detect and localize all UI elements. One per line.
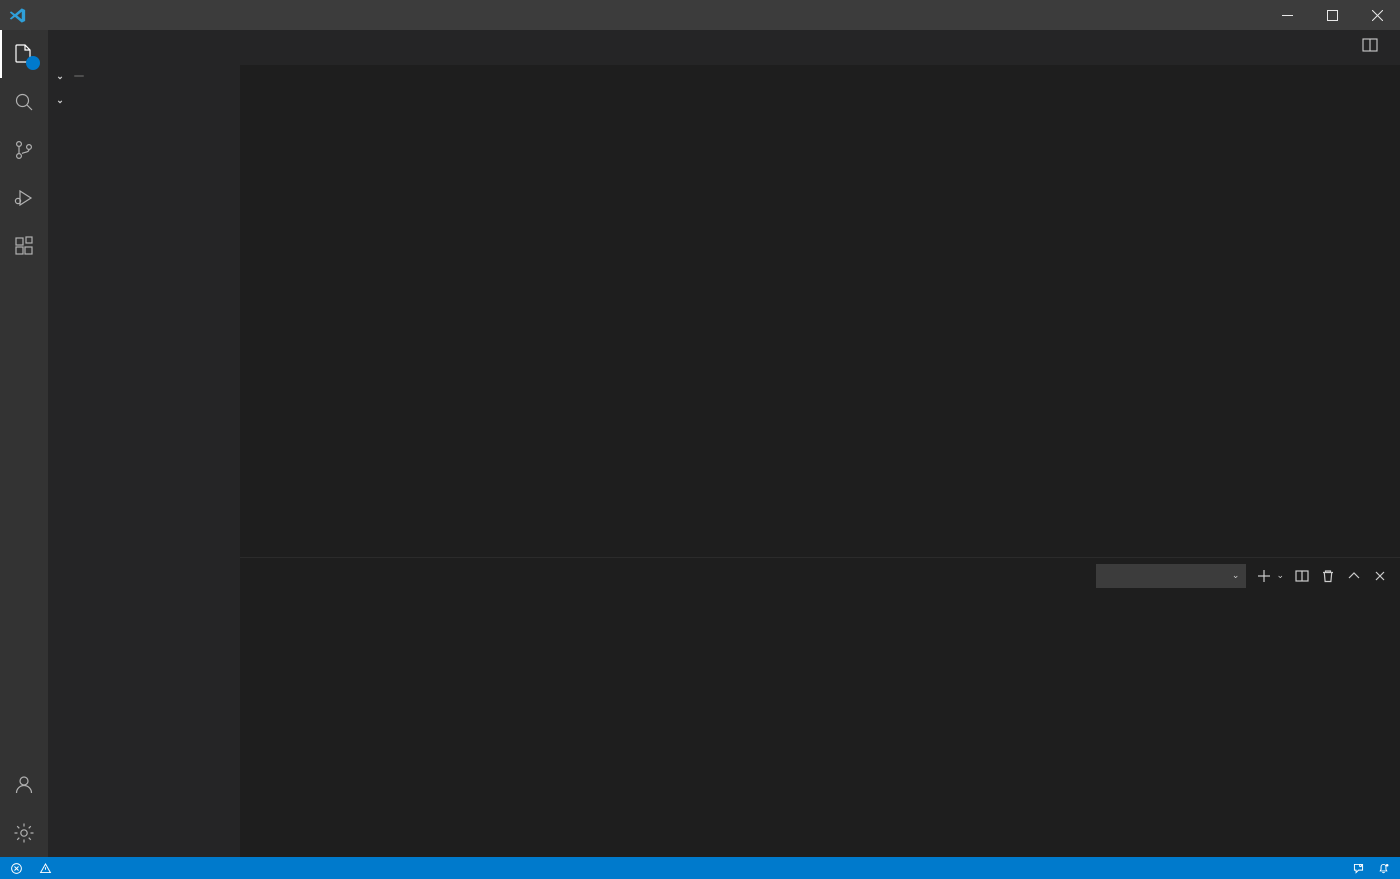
source-control-icon[interactable] [0, 126, 48, 174]
title-bar [0, 0, 1400, 30]
explorer-badge [26, 56, 40, 70]
run-and-debug-icon[interactable] [0, 174, 48, 222]
chevron-down-icon: ⌄ [56, 70, 64, 81]
close-panel-icon[interactable] [1372, 568, 1388, 584]
close-icon[interactable] [1355, 0, 1400, 30]
explorer-icon[interactable] [0, 30, 48, 78]
vscode-logo-icon [0, 0, 34, 30]
section-project-root[interactable]: ⌄ [48, 89, 240, 111]
bottom-panel: ⌄ ⌄ [240, 557, 1400, 857]
editor-position[interactable] [1286, 857, 1298, 879]
section-open-editors[interactable]: ⌄ [48, 65, 240, 87]
chevron-down-icon: ⌄ [1231, 570, 1240, 580]
eol[interactable] [1322, 857, 1334, 879]
problems-warnings[interactable] [33, 857, 62, 879]
chevron-down-icon[interactable]: ⌄ [1276, 570, 1284, 581]
editor-tabs [240, 30, 1352, 65]
unsaved-badge [74, 75, 84, 77]
encoding[interactable] [1310, 857, 1322, 879]
breadcrumb [240, 65, 1400, 87]
accounts-icon[interactable] [0, 761, 48, 809]
split-editor-icon[interactable] [1362, 37, 1378, 58]
file-tree [48, 111, 240, 857]
minimize-icon[interactable] [1265, 0, 1310, 30]
search-icon[interactable] [0, 78, 48, 126]
settings-gear-icon[interactable] [0, 809, 48, 857]
warning-triangle-icon [39, 862, 52, 873]
sidebar-explorer: ⌄ ⌄ [48, 30, 240, 857]
language-mode[interactable] [1334, 857, 1346, 879]
workbench-body: ⌄ ⌄ ⌄ ⌄ [0, 30, 1400, 857]
status-bar-right [1286, 857, 1396, 879]
panel-header: ⌄ ⌄ [240, 558, 1400, 593]
status-bar [0, 857, 1400, 879]
problems-errors[interactable] [4, 857, 33, 879]
editor-tabs-bar [240, 30, 1400, 65]
notifications-bell-icon[interactable] [1371, 857, 1396, 879]
maximize-panel-icon[interactable] [1346, 568, 1362, 584]
indentation[interactable] [1298, 857, 1310, 879]
vscode-window: ⌄ ⌄ ⌄ ⌄ [0, 0, 1400, 879]
terminal-output[interactable] [240, 593, 1400, 857]
chevron-down-icon: ⌄ [56, 94, 64, 105]
sidebar-header [48, 30, 240, 65]
extensions-icon[interactable] [0, 222, 48, 270]
minimap[interactable] [1290, 87, 1400, 557]
editor-viewport [240, 87, 1400, 557]
window-controls [1265, 0, 1400, 30]
editor-tab-actions [1352, 30, 1400, 65]
terminal-select[interactable]: ⌄ [1096, 563, 1247, 588]
error-circle-icon [11, 862, 22, 874]
code-editor[interactable] [240, 87, 1290, 557]
feedback-icon[interactable] [1346, 857, 1371, 879]
maximize-icon[interactable] [1310, 0, 1355, 30]
panel-actions: ⌄ ⌄ [1096, 563, 1400, 588]
activity-bar-bottom [0, 761, 48, 857]
new-terminal-icon[interactable] [1256, 568, 1272, 584]
split-terminal-icon[interactable] [1294, 568, 1310, 584]
editor-area: ⌄ ⌄ [240, 30, 1400, 857]
activity-bar [0, 30, 48, 857]
minimap-scrollbar[interactable] [1386, 87, 1400, 557]
kill-terminal-icon[interactable] [1320, 568, 1336, 584]
